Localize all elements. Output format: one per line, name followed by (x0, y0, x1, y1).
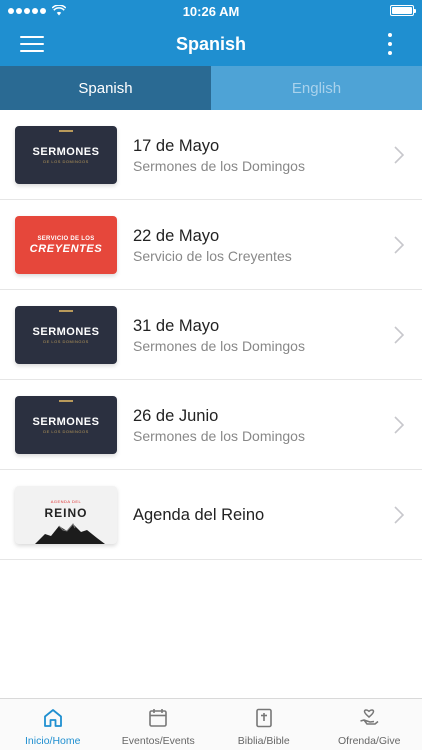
thumbnail-image: SERVICIO DE LOS CREYENTES (15, 216, 117, 274)
thumbnail-title: SERMONES (32, 326, 100, 338)
thumbnail-subtitle: SERVICIO DE LOS (37, 235, 95, 242)
tab-spanish[interactable]: Spanish (0, 66, 211, 110)
tab-bible[interactable]: Biblia/Bible (211, 699, 317, 750)
status-bar: 10:26 AM (0, 0, 422, 22)
thumbnail-image: SERMONES DE LOS DOMINGOS (15, 126, 117, 184)
tab-english[interactable]: English (211, 66, 422, 110)
media-list: SERMONES DE LOS DOMINGOS 17 de Mayo Serm… (0, 110, 422, 560)
page-title: Spanish (175, 34, 246, 54)
tab-give[interactable]: Ofrenda/Give (317, 699, 422, 750)
thumbnail-image: SERMONES DE LOS DOMINGOS (15, 396, 117, 454)
bottom-tab-bar: Inicio/Home Eventos/Events Biblia/Bible … (0, 698, 422, 750)
home-icon (43, 709, 62, 727)
nav-bar: Spanish (0, 22, 422, 66)
item-title: 26 de Junio (133, 407, 219, 425)
tab-label: Inicio/Home (25, 735, 81, 747)
bible-icon (255, 708, 272, 728)
battery-icon (390, 5, 416, 16)
item-subtitle: Sermones de los Domingos (133, 428, 305, 444)
list-item[interactable]: SERVICIO DE LOS CREYENTES 22 de Mayo Ser… (0, 200, 422, 290)
item-subtitle: Sermones de los Domingos (133, 158, 305, 174)
tab-home[interactable]: Inicio/Home (0, 699, 106, 750)
thumbnail-subtitle: AGENDA DEL (50, 499, 82, 504)
language-tabs: Spanish English (0, 66, 422, 110)
item-title: 17 de Mayo (133, 137, 220, 155)
chevron-right-icon (394, 506, 404, 524)
chevron-right-icon (394, 236, 404, 254)
mountain-graphic (35, 523, 105, 544)
thumbnail-image: SERMONES DE LOS DOMINGOS (15, 306, 117, 364)
calendar-icon (149, 709, 168, 727)
thumbnail-title: SERMONES (32, 416, 100, 428)
chevron-right-icon (394, 146, 404, 164)
item-subtitle: Servicio de los Creyentes (133, 248, 292, 264)
list-item[interactable]: SERMONES DE LOS DOMINGOS 17 de Mayo Serm… (0, 110, 422, 200)
list-item[interactable]: SERMONES DE LOS DOMINGOS 31 de Mayo Serm… (0, 290, 422, 380)
item-title: 31 de Mayo (133, 317, 220, 335)
tab-label: Biblia/Bible (237, 735, 290, 747)
tab-events[interactable]: Eventos/Events (106, 699, 212, 750)
list-item[interactable]: SERMONES DE LOS DOMINGOS 26 de Junio Ser… (0, 380, 422, 470)
give-icon (360, 709, 379, 725)
thumbnail-title: CREYENTES (29, 242, 103, 255)
chevron-right-icon (394, 326, 404, 344)
thumbnail-subtitle: DE LOS DOMINGOS (43, 159, 89, 164)
thumbnail-title: SERMONES (32, 146, 100, 158)
item-title: 22 de Mayo (133, 227, 220, 245)
item-subtitle: Sermones de los Domingos (133, 338, 305, 354)
tab-label: Eventos/Events (121, 735, 195, 747)
more-options-icon[interactable] (388, 33, 394, 55)
list-item[interactable]: AGENDA DEL REINO Agenda del Reino (0, 470, 422, 560)
thumbnail-subtitle: DE LOS DOMINGOS (43, 429, 89, 434)
thumbnail-image: AGENDA DEL REINO (15, 486, 117, 544)
chevron-right-icon (394, 416, 404, 434)
tab-label: Ofrenda/Give (338, 735, 401, 747)
status-time: 10:26 AM (182, 4, 240, 19)
thumbnail-subtitle: DE LOS DOMINGOS (43, 339, 89, 344)
item-title: Agenda del Reino (133, 506, 265, 524)
